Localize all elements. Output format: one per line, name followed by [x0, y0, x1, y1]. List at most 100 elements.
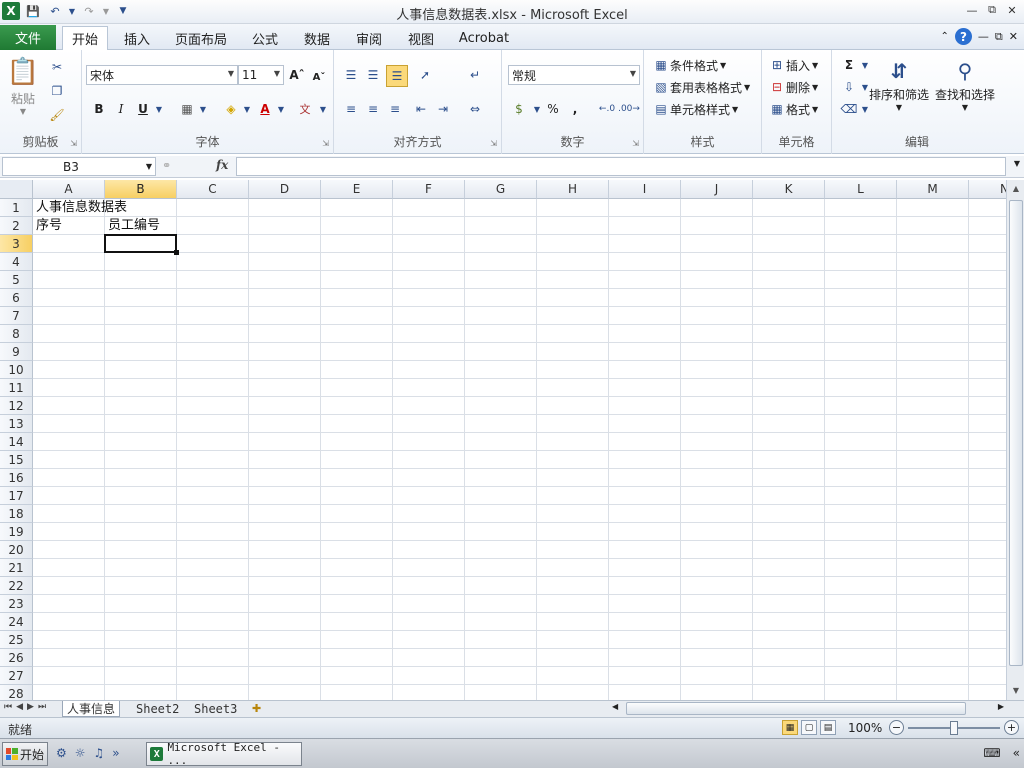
- zoom-level[interactable]: 100%: [848, 721, 882, 735]
- worksheet-grid[interactable]: A B C D E F G H I J K L M N 1 2 3 4 5 6 7 8 9 10 11 12 13 14 15 16 17 1…: [0, 180, 1006, 700]
- increase-decimal-icon[interactable]: ←.0: [598, 100, 616, 118]
- row-header[interactable]: 24: [0, 613, 33, 631]
- italic-icon[interactable]: I: [112, 100, 130, 118]
- row-header[interactable]: 10: [0, 361, 33, 379]
- row-header[interactable]: 22: [0, 577, 33, 595]
- decrease-decimal-icon[interactable]: .00→: [618, 100, 640, 118]
- percent-button[interactable]: %: [544, 100, 562, 118]
- row-header[interactable]: 18: [0, 505, 33, 523]
- align-center-icon[interactable]: ≡: [364, 100, 382, 118]
- zoom-slider-knob[interactable]: [950, 721, 958, 735]
- conditional-format-button[interactable]: ▦ 条件格式 ▼: [652, 56, 726, 74]
- tab-page-layout[interactable]: 页面布局: [170, 26, 232, 50]
- tab-home[interactable]: 开始: [62, 26, 108, 50]
- taskbar-excel-item[interactable]: X Microsoft Excel - ...: [146, 741, 302, 767]
- scroll-down-icon[interactable]: ▼: [1009, 684, 1023, 698]
- active-cell-border[interactable]: [104, 234, 177, 253]
- sheet-tab-sheet2[interactable]: Sheet2: [132, 701, 183, 717]
- row-header[interactable]: 6: [0, 289, 33, 307]
- row-header[interactable]: 27: [0, 667, 33, 685]
- column-header[interactable]: B: [105, 180, 177, 199]
- row-header[interactable]: 26: [0, 649, 33, 667]
- column-header[interactable]: G: [465, 180, 537, 199]
- font-color-dropdown-icon[interactable]: ▼: [272, 100, 290, 118]
- insert-cells-button[interactable]: ⊞ 插入 ▼: [768, 56, 818, 74]
- scroll-left-icon[interactable]: ◀: [612, 702, 618, 711]
- scroll-right-icon[interactable]: ▶: [998, 702, 1004, 711]
- tab-file[interactable]: 文件: [0, 25, 56, 50]
- workbook-close-icon[interactable]: ✕: [1009, 30, 1018, 43]
- underline-dropdown-icon[interactable]: ▼: [150, 100, 168, 118]
- first-sheet-icon[interactable]: ⏮: [4, 702, 12, 712]
- tab-formulas[interactable]: 公式: [246, 26, 284, 50]
- align-left-icon[interactable]: ≡: [342, 100, 360, 118]
- row-header[interactable]: 25: [0, 631, 33, 649]
- orientation-icon[interactable]: ➚: [416, 66, 434, 84]
- column-header[interactable]: D: [249, 180, 321, 199]
- row-header[interactable]: 5: [0, 271, 33, 289]
- column-header[interactable]: N: [969, 180, 1006, 199]
- row-header[interactable]: 19: [0, 523, 33, 541]
- row-header[interactable]: 11: [0, 379, 33, 397]
- minimize-ribbon-icon[interactable]: ⌃: [941, 31, 949, 42]
- bold-icon[interactable]: B: [90, 100, 108, 118]
- copy-icon[interactable]: ❐: [48, 82, 66, 100]
- find-select-button[interactable]: ⚲ 查找和选择 ▼: [932, 56, 998, 112]
- column-header[interactable]: F: [393, 180, 465, 199]
- insert-sheet-icon[interactable]: ✚: [252, 702, 261, 715]
- shrink-font-icon[interactable]: Aˇ: [310, 68, 328, 86]
- prev-sheet-icon[interactable]: ◀: [16, 702, 23, 712]
- row-header[interactable]: 2: [0, 217, 33, 235]
- column-header[interactable]: M: [897, 180, 969, 199]
- column-header[interactable]: C: [177, 180, 249, 199]
- zoom-in-icon[interactable]: +: [1004, 720, 1019, 735]
- align-middle-icon[interactable]: ☰: [364, 66, 382, 84]
- tab-acrobat[interactable]: Acrobat: [454, 26, 514, 50]
- number-launcher-icon[interactable]: ⇲: [632, 139, 639, 148]
- tab-review[interactable]: 审阅: [350, 26, 388, 50]
- cell-a1[interactable]: 人事信息数据表: [36, 199, 127, 217]
- workbook-restore-icon[interactable]: ⧉: [995, 30, 1003, 44]
- row-header[interactable]: 20: [0, 541, 33, 559]
- help-icon[interactable]: ?: [954, 28, 972, 45]
- font-name-dropdown[interactable]: 宋体 ▼: [86, 65, 238, 85]
- quick-launch-icon[interactable]: ⚙: [56, 746, 67, 760]
- row-header[interactable]: 16: [0, 469, 33, 487]
- grow-font-icon[interactable]: Aˆ: [288, 66, 306, 84]
- row-header[interactable]: 28: [0, 685, 33, 700]
- page-layout-view-icon[interactable]: ▢: [801, 720, 817, 735]
- phonetic-dropdown-icon[interactable]: ▼: [314, 100, 332, 118]
- normal-view-icon[interactable]: ▦: [782, 720, 798, 735]
- scroll-up-icon[interactable]: ▲: [1009, 182, 1023, 196]
- close-icon[interactable]: ✕: [1004, 3, 1020, 17]
- row-header[interactable]: 17: [0, 487, 33, 505]
- row-header[interactable]: 7: [0, 307, 33, 325]
- cell-styles-button[interactable]: ▤ 单元格样式 ▼: [652, 100, 738, 118]
- start-button[interactable]: 开始: [2, 742, 48, 766]
- restore-icon[interactable]: ⧉: [984, 3, 1000, 17]
- next-sheet-icon[interactable]: ▶: [27, 702, 34, 712]
- cut-icon[interactable]: ✂: [48, 58, 66, 76]
- media-icon[interactable]: ♫: [94, 746, 105, 760]
- font-size-dropdown[interactable]: 11 ▼: [238, 65, 284, 85]
- row-header[interactable]: 4: [0, 253, 33, 271]
- delete-cells-button[interactable]: ⊟ 删除 ▼: [768, 78, 818, 96]
- row-header[interactable]: 3: [0, 235, 33, 253]
- cell-b2[interactable]: 员工编号: [108, 217, 160, 235]
- column-header[interactable]: H: [537, 180, 609, 199]
- horizontal-scrollbar[interactable]: ◀ ▶: [610, 702, 1006, 716]
- row-header[interactable]: 13: [0, 415, 33, 433]
- vertical-scroll-thumb[interactable]: [1009, 200, 1023, 666]
- column-header[interactable]: E: [321, 180, 393, 199]
- wrap-text-icon[interactable]: ↵: [466, 66, 484, 84]
- font-launcher-icon[interactable]: ⇲: [322, 139, 329, 148]
- expand-tray-icon[interactable]: «: [1013, 746, 1020, 760]
- column-header[interactable]: K: [753, 180, 825, 199]
- phonetic-icon[interactable]: 文: [296, 100, 314, 118]
- align-bottom-icon[interactable]: ☰: [386, 65, 408, 87]
- column-header[interactable]: A: [33, 180, 105, 199]
- row-header[interactable]: 15: [0, 451, 33, 469]
- last-sheet-icon[interactable]: ⏭: [38, 702, 46, 712]
- keyboard-icon[interactable]: ⌨: [983, 746, 1000, 760]
- name-box[interactable]: B3 ▼: [2, 157, 156, 176]
